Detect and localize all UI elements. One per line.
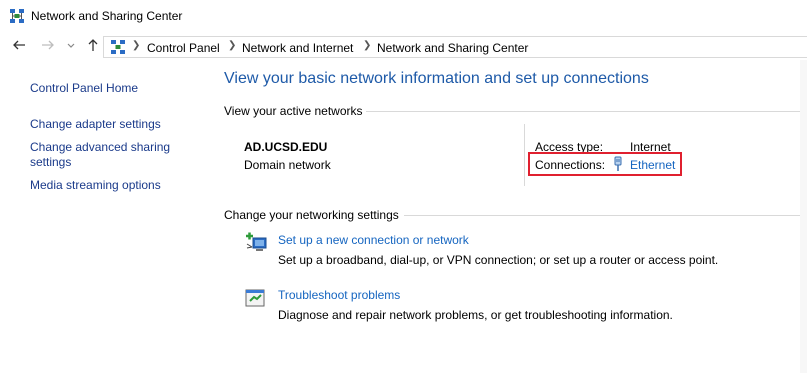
network-name: AD.UCSD.EDU xyxy=(244,140,328,154)
sidebar-item-change-adapter-settings[interactable]: Change adapter settings xyxy=(30,117,190,132)
section-divider xyxy=(366,111,800,112)
active-networks-heading: View your active networks xyxy=(224,104,363,118)
chevron-right-icon[interactable]: ❯ xyxy=(228,40,236,51)
setup-connection-link[interactable]: Set up a new connection or network xyxy=(278,233,469,247)
forward-button[interactable] xyxy=(40,38,56,56)
section-divider xyxy=(404,215,800,216)
sidebar-item-change-advanced-sharing-settings[interactable]: Change advanced sharing settings xyxy=(30,140,180,170)
up-arrow-icon xyxy=(88,39,98,51)
network-type: Domain network xyxy=(244,158,331,172)
change-settings-heading: Change your networking settings xyxy=(224,208,399,222)
network-center-icon xyxy=(9,8,25,24)
troubleshoot-link[interactable]: Troubleshoot problems xyxy=(278,288,400,302)
new-connection-icon[interactable] xyxy=(244,232,268,254)
back-button[interactable] xyxy=(11,38,27,56)
forward-arrow-icon xyxy=(42,40,54,50)
scrollbar[interactable] xyxy=(800,60,807,373)
window-title: Network and Sharing Center xyxy=(31,9,183,23)
up-button[interactable] xyxy=(85,38,101,56)
network-divider xyxy=(524,124,525,186)
breadcrumb-network-and-internet[interactable]: Network and Internet xyxy=(242,41,353,55)
chevron-right-icon[interactable]: ❯ xyxy=(363,40,371,51)
breadcrumb-control-panel[interactable]: Control Panel xyxy=(147,41,220,55)
troubleshoot-description: Diagnose and repair network problems, or… xyxy=(278,308,673,322)
setup-connection-description: Set up a broadband, dial-up, or VPN conn… xyxy=(278,253,719,267)
troubleshoot-icon[interactable] xyxy=(244,288,268,310)
chevron-down-icon xyxy=(67,43,75,48)
recent-locations-button[interactable] xyxy=(65,38,77,56)
connections-label: Connections: xyxy=(535,158,606,172)
back-arrow-icon xyxy=(13,40,25,50)
ethernet-icon[interactable] xyxy=(613,156,623,172)
breadcrumb-network-and-sharing-center[interactable]: Network and Sharing Center xyxy=(377,41,528,55)
sidebar-item-control-panel-home[interactable]: Control Panel Home xyxy=(30,81,190,96)
page-title: View your basic network information and … xyxy=(224,70,649,87)
chevron-right-icon[interactable]: ❯ xyxy=(132,40,140,51)
ethernet-link[interactable]: Ethernet xyxy=(630,158,675,172)
sidebar-item-media-streaming-options[interactable]: Media streaming options xyxy=(30,178,190,193)
network-center-icon xyxy=(110,39,126,55)
